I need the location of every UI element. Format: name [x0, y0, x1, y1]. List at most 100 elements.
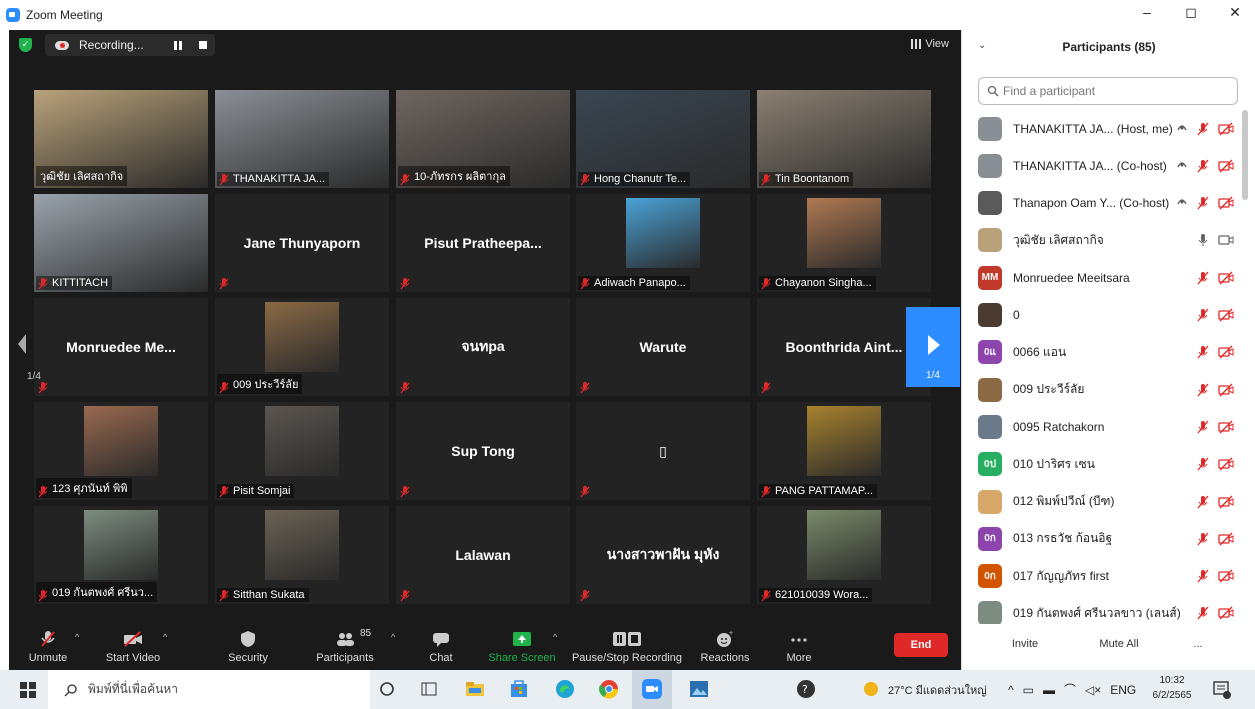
- participant-video-tile[interactable]: Adiwach Panapo...: [576, 194, 750, 292]
- participant-video-tile[interactable]: THANAKITTA JA...: [215, 90, 389, 188]
- participant-row[interactable]: 0ก 017 กัญญภัทร first: [962, 558, 1246, 595]
- participants-options-caret-icon[interactable]: ^: [391, 632, 395, 642]
- language-indicator[interactable]: ENG: [1110, 683, 1136, 697]
- weather-text[interactable]: 27°C มีแดดส่วนใหญ่: [888, 670, 987, 709]
- participant-row[interactable]: 012 พิมพ์ปวีณ์ (บีฑ): [962, 483, 1246, 520]
- task-view-icon[interactable]: [418, 678, 440, 700]
- file-explorer-icon[interactable]: [464, 678, 486, 700]
- participant-list-scrollbar[interactable]: [1242, 110, 1248, 200]
- participant-row[interactable]: 0ก 013 กรธวัช ก้อนอิฐ: [962, 520, 1246, 557]
- share-options-caret-icon[interactable]: ^: [553, 632, 557, 642]
- participant-search-box[interactable]: [978, 77, 1238, 105]
- smiley-plus-icon: +: [717, 630, 733, 647]
- recording-indicator: Recording...: [45, 34, 215, 56]
- participant-video-tile[interactable]: Sup Tong: [396, 402, 570, 500]
- participant-row[interactable]: 0: [962, 297, 1246, 334]
- camera-off-icon: [1218, 457, 1234, 471]
- security-button[interactable]: Security: [223, 620, 273, 670]
- participant-video-tile[interactable]: KITTITACH: [34, 194, 208, 292]
- microsoft-store-icon[interactable]: [508, 678, 530, 700]
- participant-search-input[interactable]: [1003, 84, 1223, 98]
- participant-name: นางสาวพาฝัน มุหัง: [606, 546, 720, 562]
- participant-video-tile[interactable]: จนทpa: [396, 298, 570, 396]
- wifi-icon[interactable]: ⌒: [1064, 681, 1076, 698]
- mute-all-button[interactable]: Mute All: [1086, 632, 1152, 656]
- show-hidden-icons-chevron-icon[interactable]: ^: [1008, 683, 1014, 697]
- taskbar-search-box[interactable]: พิมพ์ที่นี่เพื่อค้นหา: [48, 670, 370, 709]
- participant-row[interactable]: วุฒิชัย เลิศสถากิจ: [962, 222, 1246, 259]
- participant-video-tile[interactable]: Chayanon Singha...: [757, 194, 931, 292]
- participant-video-tile[interactable]: Monruedee Me...: [34, 298, 208, 396]
- invite-button[interactable]: Invite: [998, 632, 1052, 656]
- minimize-button[interactable]: –: [1137, 4, 1157, 21]
- pause-recording-icon[interactable]: [173, 40, 182, 50]
- participant-row[interactable]: 019 กันตพงศ์ ศรีนวลขาว (เลนส์): [962, 595, 1246, 624]
- participant-video-tile[interactable]: 621010039 Wora...: [757, 506, 931, 604]
- participant-video-tile[interactable]: Boonthrida Aint...: [757, 298, 931, 396]
- battery-icon[interactable]: ▬: [1043, 683, 1055, 697]
- participant-video-tile[interactable]: ▯: [576, 402, 750, 500]
- close-button[interactable]: ✕: [1225, 4, 1245, 21]
- participant-video-tile[interactable]: Pisit Somjai: [215, 402, 389, 500]
- windows-start-icon[interactable]: [20, 682, 36, 698]
- participant-video-tile[interactable]: PANG PATTAMAP...: [757, 402, 931, 500]
- start-video-button[interactable]: Start Video: [101, 620, 165, 670]
- audio-options-caret-icon[interactable]: ^: [75, 632, 79, 642]
- participant-row[interactable]: 009 ประวีร์ลัย: [962, 371, 1246, 408]
- more-button[interactable]: More: [779, 620, 819, 670]
- photos-app-icon[interactable]: [688, 678, 710, 700]
- microphone-muted-icon: [1196, 308, 1210, 322]
- participant-video-tile[interactable]: 009 ประวีร์ลัย: [215, 298, 389, 396]
- pause-stop-recording-button[interactable]: Pause/Stop Recording: [571, 620, 683, 670]
- participant-video-tile[interactable]: 019 กันตพงศ์ ศรีนว...: [34, 506, 208, 604]
- maximize-button[interactable]: ◻: [1181, 4, 1201, 21]
- video-options-caret-icon[interactable]: ^: [163, 632, 167, 642]
- participant-video-tile[interactable]: Sitthan Sukata: [215, 506, 389, 604]
- chrome-browser-icon[interactable]: [598, 678, 620, 700]
- edge-browser-icon[interactable]: [554, 678, 576, 700]
- participant-name-label: 10-ภัทรกร ผลิตากุล: [398, 166, 510, 186]
- view-button[interactable]: View: [911, 38, 949, 50]
- chat-button[interactable]: Chat: [421, 620, 461, 670]
- onedrive-icon[interactable]: ▭: [1023, 683, 1034, 697]
- panel-more-button[interactable]: ...: [1184, 632, 1212, 656]
- participant-video-tile[interactable]: 123 ศุภนันท์ พิพิ: [34, 402, 208, 500]
- share-screen-button[interactable]: Share Screen: [487, 620, 557, 670]
- microphone-muted-icon: [219, 381, 229, 394]
- participant-video-tile[interactable]: Warute: [576, 298, 750, 396]
- participant-name-label: 019 กันตพงศ์ ศรีนว...: [36, 582, 158, 602]
- page-indicator-right: 1/4: [926, 370, 940, 381]
- people-icon: [337, 633, 354, 646]
- volume-muted-icon[interactable]: ◁×: [1085, 683, 1101, 697]
- participant-row[interactable]: THANAKITTA JA... (Co-host): [962, 147, 1246, 184]
- participant-row[interactable]: THANAKITTA JA... (Host, me): [962, 110, 1246, 147]
- participant-video-tile[interactable]: Jane Thunyaporn: [215, 194, 389, 292]
- taskbar-clock[interactable]: 10:32 6/2/2565: [1150, 673, 1194, 703]
- participant-row[interactable]: 0ป 010 ปาริศร เซน: [962, 446, 1246, 483]
- notification-center-icon[interactable]: [1210, 678, 1232, 700]
- participant-video-tile[interactable]: วุฒิชัย เลิศสถากิจ: [34, 90, 208, 188]
- screen-share-permission-icon: [1176, 120, 1188, 138]
- unmute-button[interactable]: Unmute: [23, 620, 73, 670]
- participant-video-tile[interactable]: Tin Boontanom: [757, 90, 931, 188]
- cortana-icon[interactable]: [376, 678, 398, 700]
- zoom-app-icon: [6, 8, 20, 22]
- participant-row[interactable]: MM Monruedee Meeitsara: [962, 259, 1246, 296]
- participant-video-tile[interactable]: นางสาวพาฝัน มุหัง: [576, 506, 750, 604]
- zoom-taskbar-button[interactable]: [632, 670, 672, 709]
- participant-video-tile[interactable]: Lalawan: [396, 506, 570, 604]
- next-page-button[interactable]: 1/4: [906, 307, 960, 387]
- help-app-icon[interactable]: ?: [795, 678, 817, 700]
- microphone-muted-icon: [1196, 345, 1210, 359]
- encryption-shield-icon[interactable]: ✓: [19, 38, 32, 52]
- stop-recording-icon[interactable]: [198, 41, 207, 49]
- participant-row[interactable]: Thanapon Oam Y... (Co-host): [962, 185, 1246, 222]
- participant-row[interactable]: 0แ 0066 แอน: [962, 334, 1246, 371]
- end-meeting-button[interactable]: End: [894, 633, 948, 657]
- participant-video-tile[interactable]: 10-ภัทรกร ผลิตากุล: [396, 90, 570, 188]
- participant-video-tile[interactable]: Hong Chanutr Te...: [576, 90, 750, 188]
- reactions-button[interactable]: + Reactions: [697, 620, 753, 670]
- participant-row[interactable]: 0095 Ratchakorn: [962, 408, 1246, 445]
- camera-off-icon: [1218, 345, 1234, 359]
- participant-video-tile[interactable]: Pisut Pratheepa...: [396, 194, 570, 292]
